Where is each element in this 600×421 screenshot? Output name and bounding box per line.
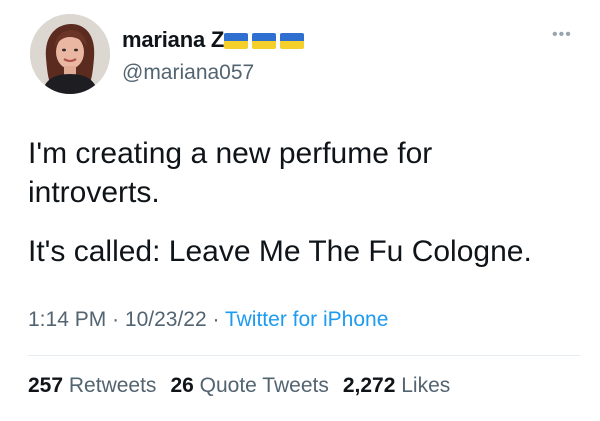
ellipsis-icon[interactable]: •••: [552, 27, 572, 43]
retweets-stat[interactable]: 257 Retweets: [28, 374, 156, 397]
tweet-card: mariana Z @mariana057 ••• I'm creating a…: [0, 0, 600, 421]
divider: [28, 355, 580, 356]
quote-tweets-label: Quote Tweets: [199, 374, 329, 397]
likes-count: 2,272: [342, 374, 396, 397]
avatar[interactable]: [30, 14, 110, 94]
retweets-count: 257: [28, 374, 64, 397]
tweet-date[interactable]: 10/23/22: [125, 308, 207, 331]
ukraine-flag-icon: [224, 33, 249, 49]
tweet-stats: 257 Retweets 26 Quote Tweets 2,272 Likes: [28, 374, 450, 398]
retweets-label: Retweets: [68, 374, 157, 397]
author-name-row[interactable]: mariana Z: [122, 26, 305, 54]
avatar-image: [30, 14, 110, 94]
author-handle[interactable]: @mariana057: [122, 61, 254, 85]
tweet-time[interactable]: 1:14 PM: [28, 308, 106, 331]
tweet-source-link[interactable]: Twitter for iPhone: [225, 308, 388, 331]
likes-stat[interactable]: 2,272 Likes: [343, 374, 450, 397]
meta-separator: ·: [112, 308, 120, 331]
ukraine-flag-icon: [252, 33, 277, 49]
ukraine-flag-icon: [280, 33, 305, 49]
display-name[interactable]: mariana Z: [122, 27, 224, 53]
tweet-meta: 1:14 PM · 10/23/22 · Twitter for iPhone: [28, 308, 388, 332]
quote-tweets-stat[interactable]: 26 Quote Tweets: [170, 374, 328, 397]
meta-separator: ·: [212, 308, 220, 331]
quote-tweets-count: 26: [170, 374, 194, 397]
likes-label: Likes: [401, 374, 451, 397]
tweet-text-line: It's called: Leave Me The Fu Cologne.: [28, 235, 532, 268]
tweet-text-line: I'm creating a new perfume for: [28, 137, 433, 170]
tweet-text-line: introverts.: [28, 176, 160, 209]
